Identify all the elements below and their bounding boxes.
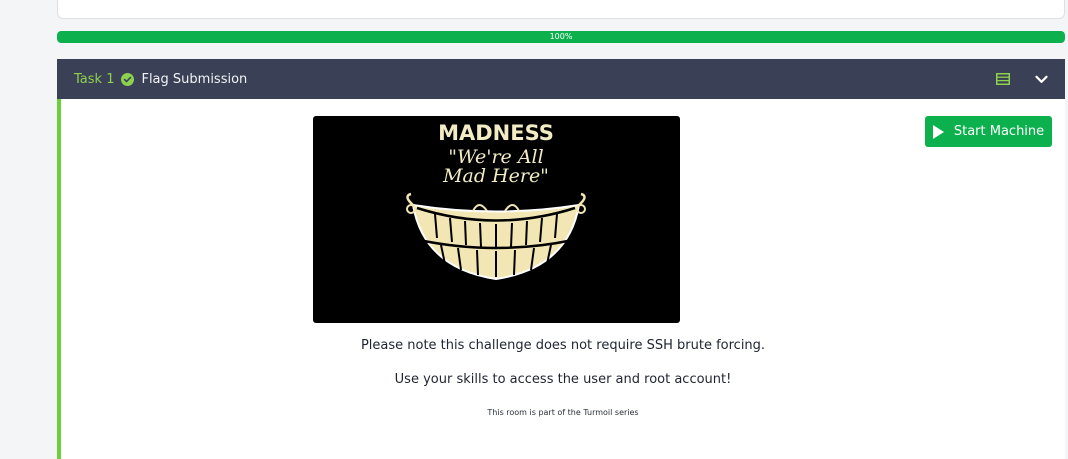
room-banner-image: MADNESS "We're All Mad Here": [313, 116, 680, 323]
notes-icon[interactable]: [996, 73, 1010, 85]
task-header[interactable]: Task 1 Flag Submission: [57, 59, 1065, 99]
start-machine-button[interactable]: Start Machine: [925, 116, 1052, 147]
room-progress-bar: 100%: [57, 31, 1065, 43]
grin-illustration: [406, 192, 586, 281]
image-subtitle-line2: Mad Here": [442, 165, 549, 187]
series-note-text: This room is part of the Turmoil series: [487, 408, 639, 417]
task-note-text: Please note this challenge does not requ…: [360, 338, 766, 353]
progress-label: 100%: [549, 32, 573, 41]
play-icon: [932, 124, 944, 139]
progress-fill: 100%: [57, 31, 1065, 43]
task-title: Flag Submission: [141, 71, 248, 87]
start-machine-label: Start Machine: [953, 124, 1045, 139]
task-skills-text: Use your skills to access the user and r…: [394, 372, 732, 387]
previous-card: [57, 0, 1065, 19]
chevron-down-icon[interactable]: [1035, 75, 1048, 84]
check-circle-icon: [121, 72, 135, 86]
image-title: MADNESS: [438, 121, 554, 145]
task-number: Task 1: [74, 71, 115, 87]
task-body: MADNESS "We're All Mad Here" Start Machi…: [57, 99, 1065, 459]
